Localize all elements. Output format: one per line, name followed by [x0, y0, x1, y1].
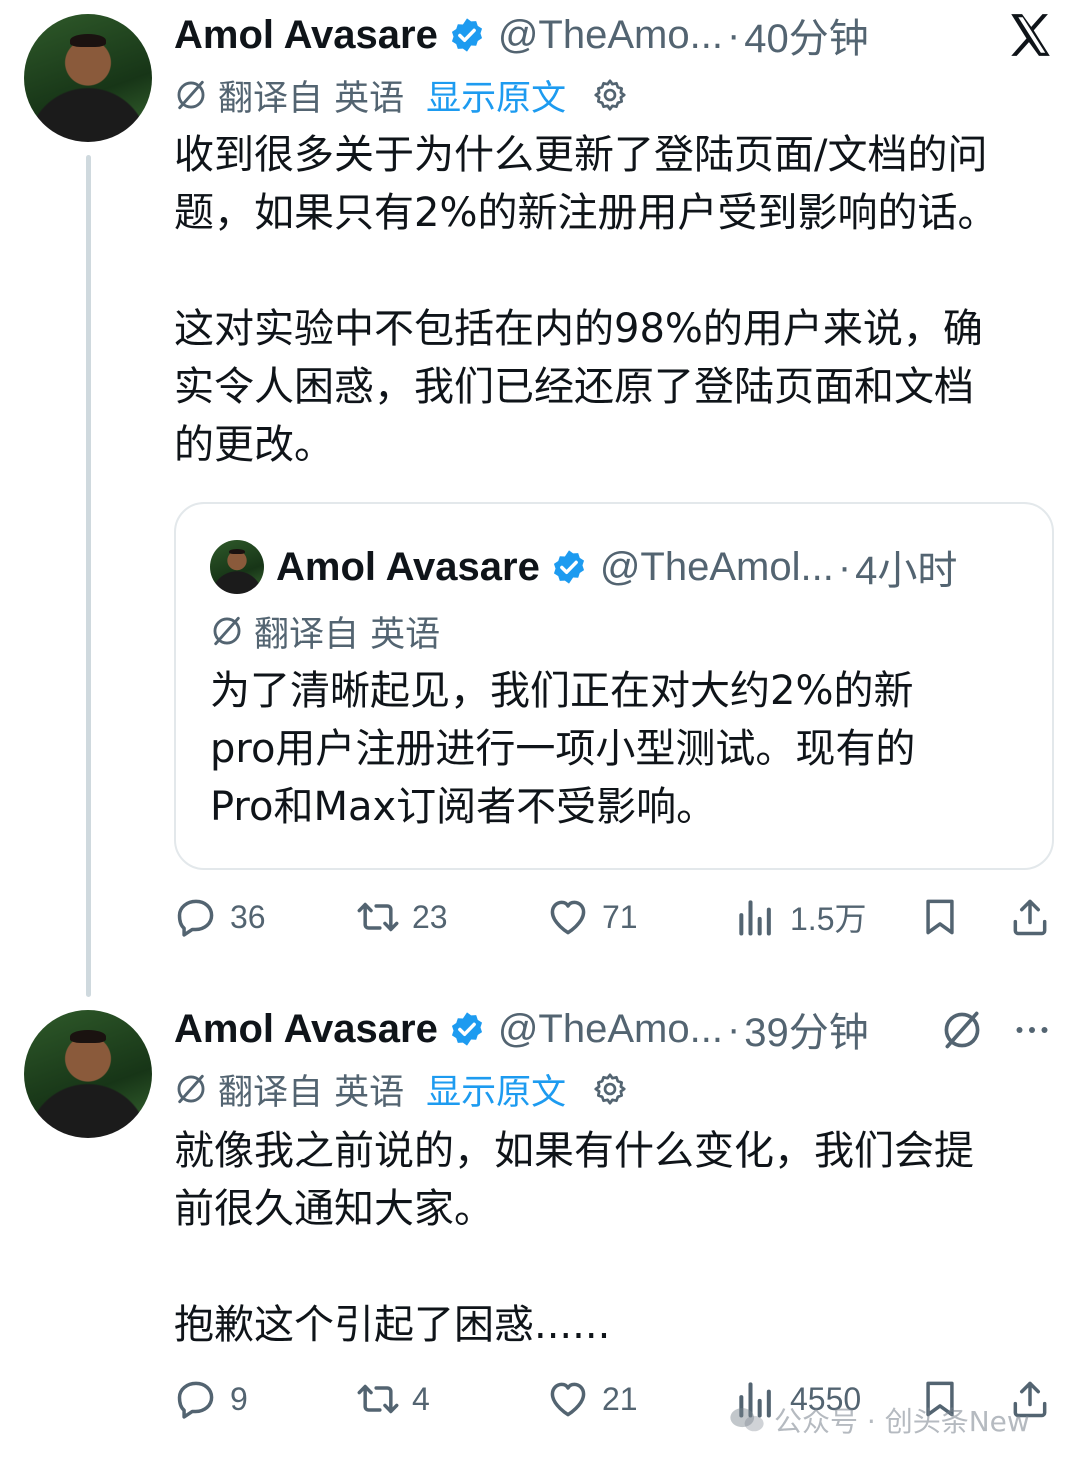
show-original-link[interactable]: 显示原文 [426, 1064, 566, 1115]
timestamp[interactable]: 39分钟 [744, 1000, 869, 1058]
verified-badge-icon [451, 1012, 482, 1046]
avatar [210, 540, 264, 594]
like-button[interactable]: 21 [546, 1369, 638, 1429]
heart-icon [550, 1382, 586, 1417]
share-button[interactable] [1008, 887, 1052, 947]
repost-button[interactable]: 4 [356, 1369, 430, 1429]
watermark-text: 公众号 · 创头条New [774, 1405, 1030, 1438]
views-button[interactable]: 1.5万 [734, 887, 867, 947]
avatar[interactable] [24, 14, 152, 142]
tweet-text: 就像我之前说的，如果有什么变化，我们会提 前很久通知大家。 抱歉这个引起了困惑.… [174, 1128, 974, 1348]
repost-icon [357, 1384, 399, 1414]
translated-from-label: 翻译自 英语 [254, 614, 441, 655]
verified-badge-icon [451, 18, 482, 52]
gear-icon[interactable] [592, 1071, 628, 1107]
repost-button[interactable]: 23 [356, 887, 448, 947]
quoted-tweet-header: Amol Avasare @TheAmol... · 4小时 [276, 542, 957, 594]
reply-count: 9 [230, 1380, 248, 1417]
translate-icon[interactable] [940, 1008, 984, 1052]
share-icon [1013, 899, 1047, 936]
show-original-link[interactable]: 显示原文 [426, 70, 566, 121]
heart-icon [550, 900, 586, 935]
bookmark-icon [926, 899, 954, 935]
reply-button[interactable]: 9 [174, 1369, 248, 1429]
like-button[interactable]: 71 [546, 887, 638, 947]
reply-count: 36 [230, 898, 266, 935]
avatar[interactable] [24, 1010, 152, 1138]
verified-badge-icon [553, 550, 584, 584]
quoted-translation-row: 翻译自 英语 [210, 608, 441, 655]
author-name[interactable]: Amol Avasare [174, 1007, 438, 1052]
quoted-tweet-card[interactable]: Amol Avasare @TheAmol... · 4小时 翻译自 英语 为了… [174, 502, 1054, 870]
author-handle[interactable]: @TheAmo... [498, 13, 723, 58]
more-icon[interactable] [1012, 1010, 1052, 1050]
separator-dot: · [726, 12, 741, 57]
watermark: 公众号 · 创头条New [728, 1400, 1030, 1440]
translate-icon [177, 80, 205, 110]
views-icon [739, 900, 771, 936]
reply-icon [177, 899, 214, 937]
tweet-header: Amol Avasare @TheAmo... · 40分钟 [174, 10, 869, 62]
translation-row: 翻译自 英语 显示原文 [174, 1064, 628, 1115]
translate-icon [213, 616, 241, 646]
separator-dot: · [837, 544, 852, 589]
reply-icon [177, 1381, 214, 1419]
translate-icon [177, 1074, 205, 1104]
repost-count: 23 [412, 898, 448, 935]
views-count: 1.5万 [790, 901, 867, 937]
quoted-timestamp: 4小时 [855, 549, 958, 593]
quoted-author-handle: @TheAmol... [599, 544, 834, 589]
separator-dot: · [726, 1006, 741, 1051]
author-handle[interactable]: @TheAmo... [498, 1007, 723, 1052]
wechat-icon [730, 1408, 764, 1432]
quoted-author-name: Amol Avasare [276, 544, 540, 589]
quoted-tweet-text: 为了清晰起见，我们正在对大约2%的新 pro用户注册进行一项小型测试。现有的 P… [210, 668, 916, 830]
translation-row: 翻译自 英语 显示原文 [174, 70, 628, 121]
repost-icon [357, 902, 399, 932]
thread-connector-line [86, 155, 91, 997]
author-name[interactable]: Amol Avasare [174, 13, 438, 58]
timestamp[interactable]: 40分钟 [744, 6, 869, 64]
tweet-text: 收到很多关于为什么更新了登陆页面/文档的问 题，如果只有2%的新注册用户受到影响… [174, 132, 998, 468]
tweet-header: Amol Avasare @TheAmo... · 39分钟 [174, 1004, 869, 1056]
like-count: 21 [602, 1380, 638, 1417]
like-count: 71 [602, 898, 638, 935]
bookmark-button[interactable] [918, 887, 962, 947]
gear-icon[interactable] [592, 77, 628, 113]
tweet-actions: 36 23 71 1.5万 [174, 887, 1054, 947]
reply-button[interactable]: 36 [174, 887, 266, 947]
repost-count: 4 [412, 1380, 430, 1417]
x-logo-icon[interactable] [1005, 10, 1055, 60]
translated-from-label: 翻译自 英语 [218, 1072, 405, 1113]
translated-from-label: 翻译自 英语 [218, 78, 405, 119]
